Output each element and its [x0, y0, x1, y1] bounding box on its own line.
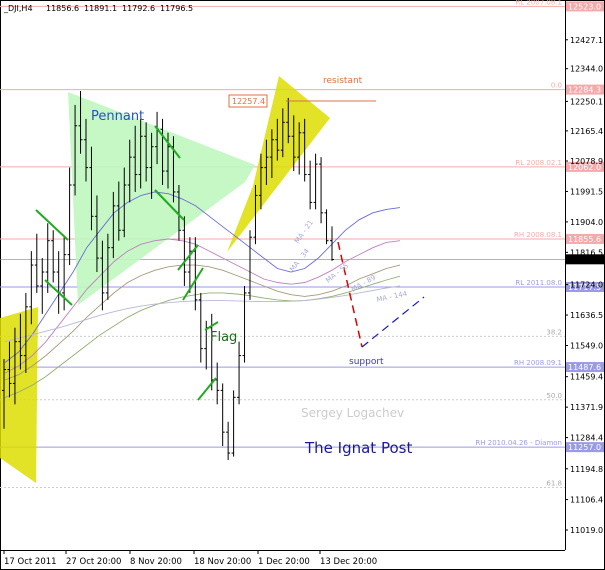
time-tick-label: 13 Dec 20:00 [320, 557, 377, 567]
header-open: 11856.6 [46, 4, 79, 13]
time-tick-label: 17 Oct 2011 [4, 557, 57, 567]
level-tag: 12523.0 [568, 2, 601, 11]
header-high: 11891.1 [84, 4, 117, 13]
price-tick-label: 11371.9 [570, 403, 603, 412]
price-tick-label: 11106.4 [570, 496, 603, 505]
level-label: 61.8 [546, 480, 562, 488]
level-label: RH 2008.09.1 [514, 359, 562, 367]
level-label: RH 2008.08.1 [514, 231, 562, 239]
level-label: 0.0 [551, 82, 562, 90]
level-label: RL 2008.02.1 [515, 159, 562, 167]
level-tag: 11855.6 [568, 235, 601, 244]
level-label: RL 2011.08.0 [515, 279, 562, 287]
level-tag: 11257.0 [568, 443, 601, 452]
price-tick-label: 12165.4 [570, 127, 603, 136]
header-low: 11792.6 [122, 4, 155, 13]
level-label: 50.0 [546, 392, 562, 400]
header-close: 11796.5 [160, 4, 193, 13]
chart-canvas: RL 2007.08.1 12523.0 0.0 12284.3 RL 2008.02.… [0, 0, 605, 570]
time-tick-label: 27 Oct 20:00 [66, 557, 121, 567]
brand-label: The Ignat Post [304, 439, 412, 457]
flag-label: Flag [210, 330, 237, 345]
yellow-pattern-left [0, 307, 38, 483]
resistant-label: resistant [323, 76, 363, 86]
price-tick-label: 11194.8 [570, 465, 603, 474]
time-tick-label: 1 Dec 20:00 [258, 557, 310, 567]
pennant-label: Pennant [91, 109, 144, 124]
price-tick-label: 11284.4 [570, 434, 603, 443]
level-label: RH 2010.04.26 - Diamon [475, 439, 562, 447]
price-tick-label: 12250.1 [570, 97, 603, 106]
price-tick-label: 11549.0 [570, 341, 603, 350]
time-tick-label: 18 Nov 20:00 [194, 557, 251, 567]
price-tick-label: 12344.0 [570, 65, 603, 74]
price-tick-label: 11904.0 [570, 218, 603, 227]
price-tick-label: 12078.9 [570, 157, 603, 166]
author-watermark: Sergey Logachev [301, 406, 404, 420]
price-tick-label: 11459.4 [570, 373, 603, 382]
current-price-label: 11796.5 [568, 255, 601, 264]
time-tick-label: 8 Nov 20:00 [130, 557, 182, 567]
price-tick-label: 11636.5 [570, 311, 603, 320]
support-label: support [349, 357, 384, 367]
level-tag: 12284.3 [568, 86, 601, 95]
price-tick-label: 11991.5 [570, 187, 603, 196]
price-box-text: 12257.4 [232, 97, 265, 106]
price-tick-label: 12427.1 [570, 36, 603, 45]
price-tick-label: 11019.0 [570, 526, 603, 535]
level-tag: 11487.6 [568, 363, 601, 372]
level-label: 38.2 [546, 328, 562, 336]
price-tick-label: 11724.0 [570, 281, 603, 290]
level-label: RL 2007.08.1 [515, 0, 562, 6]
header-symbol: _DJI,H4 [3, 4, 33, 13]
